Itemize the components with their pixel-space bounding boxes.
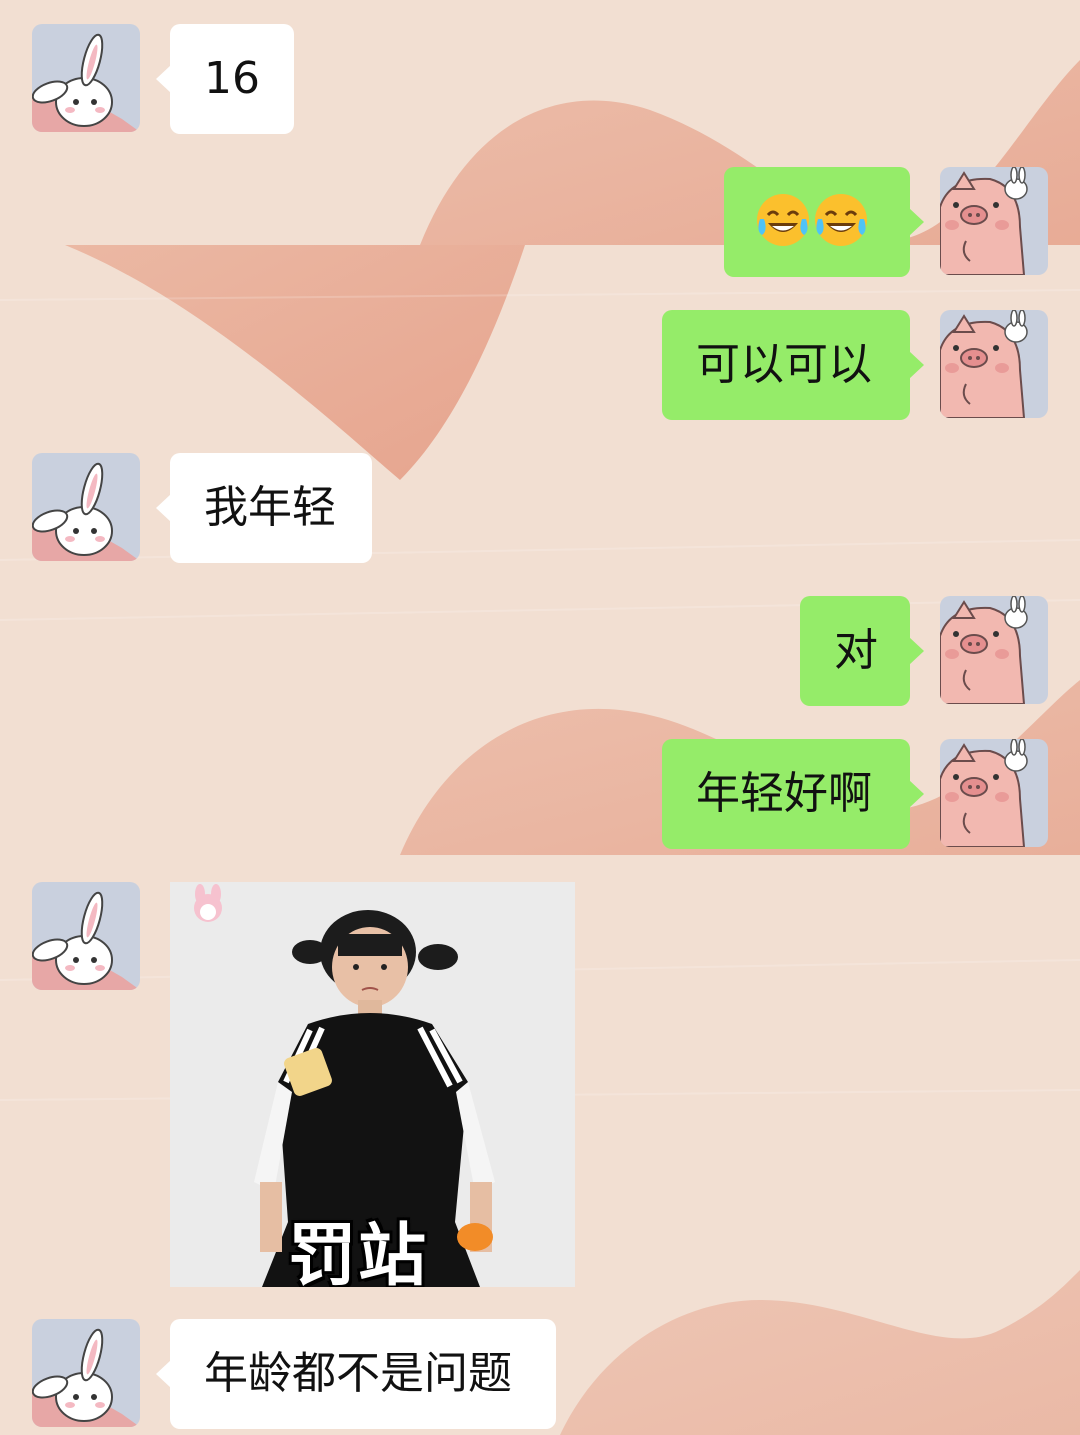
tears-of-joy-icon xyxy=(812,191,870,249)
my-avatar-pig[interactable] xyxy=(940,167,1048,275)
message-text: 对 xyxy=(834,625,878,676)
message-bubble[interactable]: 可以可以 xyxy=(662,310,924,420)
message-bubble[interactable]: 年龄都不是问题 xyxy=(156,1319,556,1429)
pig-avatar-icon xyxy=(940,739,1048,847)
bunny-avatar-icon xyxy=(32,453,140,561)
message-bubble[interactable] xyxy=(724,167,924,277)
pig-avatar-icon xyxy=(940,167,1048,275)
chat-message-list[interactable]: 16 可以可以 我年轻 对 年轻好啊 罚站 年龄都不是问题 xyxy=(0,0,1080,1435)
message-text: 可以可以 xyxy=(696,339,872,390)
message-bubble[interactable]: 16 xyxy=(156,24,294,134)
bunny-avatar-icon xyxy=(32,24,140,132)
contact-avatar-bunny[interactable] xyxy=(32,1319,140,1427)
pig-avatar-icon xyxy=(940,596,1048,704)
message-text: 年龄都不是问题 xyxy=(204,1348,512,1399)
bunny-avatar-icon xyxy=(32,1319,140,1427)
sticker-image[interactable]: 罚站 xyxy=(170,882,575,1287)
my-avatar-pig[interactable] xyxy=(940,596,1048,704)
message-text: 16 xyxy=(204,53,260,104)
message-bubble[interactable]: 对 xyxy=(800,596,924,706)
bunny-avatar-icon xyxy=(32,882,140,990)
contact-avatar-bunny[interactable] xyxy=(32,453,140,561)
message-bubble[interactable]: 年轻好啊 xyxy=(662,739,924,849)
contact-avatar-bunny[interactable] xyxy=(32,882,140,990)
pig-avatar-icon xyxy=(940,310,1048,418)
message-bubble[interactable]: 我年轻 xyxy=(156,453,372,563)
message-text: 我年轻 xyxy=(204,482,336,533)
message-text: 年轻好啊 xyxy=(696,768,872,819)
my-avatar-pig[interactable] xyxy=(940,310,1048,418)
sticker-caption: 罚站 xyxy=(288,1217,429,1287)
contact-avatar-bunny[interactable] xyxy=(32,24,140,132)
tears-of-joy-icon xyxy=(754,191,812,249)
my-avatar-pig[interactable] xyxy=(940,739,1048,847)
